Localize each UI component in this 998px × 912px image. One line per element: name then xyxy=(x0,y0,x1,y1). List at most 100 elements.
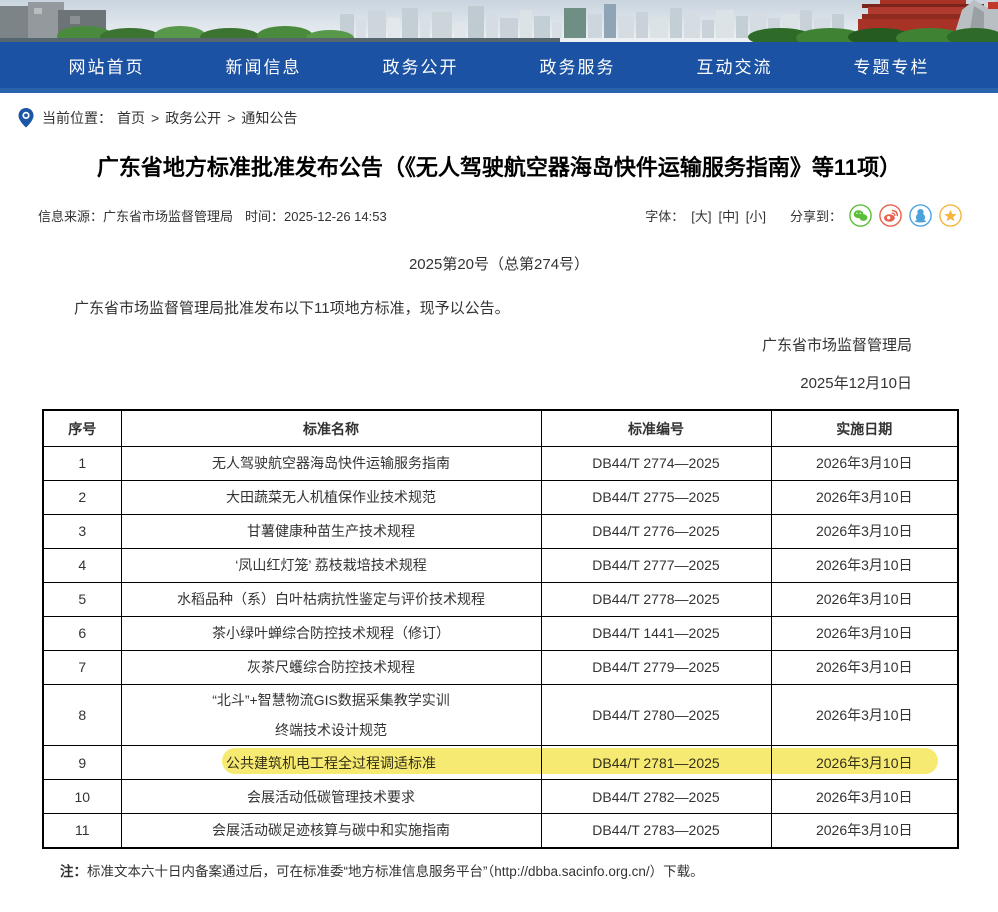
cell-date: 2026年3月10日 xyxy=(771,514,958,548)
table-row: 11会展活动碳足迹核算与碳中和实施指南DB44/T 2783—20252026年… xyxy=(43,814,958,848)
time-value: 2025-12-26 14:53 xyxy=(284,209,387,224)
share-weibo-icon[interactable] xyxy=(879,204,902,227)
nav-item-special-topics[interactable]: 专题专栏 xyxy=(813,42,970,88)
breadcrumb-home[interactable]: 首页 xyxy=(117,108,145,128)
cell-date: 2026年3月10日 xyxy=(771,480,958,514)
cell-name: 甘薯健康种苗生产技术规程 xyxy=(121,514,541,548)
cell-code: DB44/T 2782—2025 xyxy=(541,780,771,814)
cell-code: DB44/T 2775—2025 xyxy=(541,480,771,514)
banner-image xyxy=(0,0,998,42)
cityscape-graphic xyxy=(0,0,998,42)
cell-name: ‘凤山红灯笼’ 荔枝栽培技术规程 xyxy=(121,548,541,582)
cell-date: 2026年3月10日 xyxy=(771,582,958,616)
cell-date: 2026年3月10日 xyxy=(771,548,958,582)
table-row: 3甘薯健康种苗生产技术规程DB44/T 2776—20252026年3月10日 xyxy=(43,514,958,548)
cell-code: DB44/T 2781—2025 xyxy=(541,746,771,780)
footnote: 注：标准文本六十日内备案通过后，可在标准委“地方标准信息服务平台”（http:/… xyxy=(60,862,956,882)
cell-code: DB44/T 1441—2025 xyxy=(541,616,771,650)
sign-date: 2025年12月10日 xyxy=(0,372,912,393)
nav-item-news[interactable]: 新闻信息 xyxy=(185,42,342,88)
table-row: 9公共建筑机电工程全过程调适标准DB44/T 2781—20252026年3月1… xyxy=(43,746,958,780)
share-favorite-star-icon[interactable] xyxy=(939,204,962,227)
announcement-body: 广东省市场监督管理局批准发布以下11项地方标准，现予以公告。 xyxy=(44,298,954,321)
share-label: 分享到： xyxy=(790,206,842,225)
share-wechat-icon[interactable] xyxy=(849,204,872,227)
cell-date: 2026年3月10日 xyxy=(771,446,958,480)
header-date: 实施日期 xyxy=(771,410,958,446)
font-share-controls: 字体： [大] [中] [小] 分享到： xyxy=(645,204,962,227)
cell-seq: 3 xyxy=(43,514,121,548)
nav-item-gov-disclosure[interactable]: 政务公开 xyxy=(342,42,499,88)
page: 网站首页 新闻信息 政务公开 政务服务 互动交流 专题专栏 当前位置： 首页 >… xyxy=(0,0,998,882)
breadcrumb-gov-disclosure[interactable]: 政务公开 xyxy=(165,108,221,128)
cell-code: DB44/T 2774—2025 xyxy=(541,446,771,480)
nav-item-gov-services[interactable]: 政务服务 xyxy=(499,42,656,88)
cell-date: 2026年3月10日 xyxy=(771,780,958,814)
cell-name: 水稻品种（系）白叶枯病抗性鉴定与评价技术规程 xyxy=(121,582,541,616)
cell-seq: 8 xyxy=(43,684,121,745)
cell-code: DB44/T 2778—2025 xyxy=(541,582,771,616)
table-header-row: 序号 标准名称 标准编号 实施日期 xyxy=(43,410,958,446)
font-size-small-button[interactable]: [小] xyxy=(746,206,766,225)
cell-code: DB44/T 2779—2025 xyxy=(541,650,771,684)
article-meta: 信息来源：广东省市场监督管理局时间：2025-12-26 14:53 字体： [… xyxy=(38,204,962,227)
cell-name: 茶小绿叶蝉综合防控技术规程（修订） xyxy=(121,616,541,650)
cell-code: DB44/T 2777—2025 xyxy=(541,548,771,582)
cell-code: DB44/T 2783—2025 xyxy=(541,814,771,848)
font-label: 字体： xyxy=(645,206,684,225)
footnote-label: 注： xyxy=(60,864,87,879)
breadcrumb-label: 当前位置： xyxy=(42,108,112,128)
cell-seq: 2 xyxy=(43,480,121,514)
cell-date: 2026年3月10日 xyxy=(771,650,958,684)
table-row: 7灰茶尺蠖综合防控技术规程DB44/T 2779—20252026年3月10日 xyxy=(43,650,958,684)
cell-seq: 10 xyxy=(43,780,121,814)
header-seq: 序号 xyxy=(43,410,121,446)
font-size-large-button[interactable]: [大] xyxy=(691,206,711,225)
cell-name: 会展活动碳足迹核算与碳中和实施指南 xyxy=(121,814,541,848)
cell-name: “北斗”+智慧物流GIS数据采集教学实训 终端技术设计规范 xyxy=(121,684,541,745)
table-row: 5水稻品种（系）白叶枯病抗性鉴定与评价技术规程DB44/T 2778—20252… xyxy=(43,582,958,616)
cell-seq: 5 xyxy=(43,582,121,616)
cell-date: 2026年3月10日 xyxy=(771,814,958,848)
table-row: 6茶小绿叶蝉综合防控技术规程（修订）DB44/T 1441—20252026年3… xyxy=(43,616,958,650)
cell-date: 2026年3月10日 xyxy=(771,746,958,780)
table-row: 1无人驾驶航空器海岛快件运输服务指南DB44/T 2774—20252026年3… xyxy=(43,446,958,480)
header-code: 标准编号 xyxy=(541,410,771,446)
cell-name: 公共建筑机电工程全过程调适标准 xyxy=(121,746,541,780)
cell-seq: 6 xyxy=(43,616,121,650)
time-label: 时间： xyxy=(245,209,284,224)
cell-name: 灰茶尺蠖综合防控技术规程 xyxy=(121,650,541,684)
breadcrumb: 当前位置： 首页 > 政务公开 > 通知公告 xyxy=(0,93,998,136)
breadcrumb-separator: > xyxy=(150,110,160,126)
cell-seq: 11 xyxy=(43,814,121,848)
font-size-medium-button[interactable]: [中] xyxy=(719,206,739,225)
table-row: 2大田蔬菜无人机植保作业技术规范DB44/T 2775—20252026年3月1… xyxy=(43,480,958,514)
cell-code: DB44/T 2776—2025 xyxy=(541,514,771,548)
standards-table-wrap: 序号 标准名称 标准编号 实施日期 1无人驾驶航空器海岛快件运输服务指南DB44… xyxy=(42,409,957,848)
breadcrumb-separator: > xyxy=(226,110,236,126)
location-pin-icon xyxy=(18,108,34,128)
page-title: 广东省地方标准批准发布公告（《无人驾驶航空器海岛快件运输服务指南》等11项） xyxy=(40,152,958,184)
source-time: 信息来源：广东省市场监督管理局时间：2025-12-26 14:53 xyxy=(38,206,387,225)
cell-date: 2026年3月10日 xyxy=(771,616,958,650)
source-label: 信息来源： xyxy=(38,209,103,224)
doc-number: 2025第20号（总第274号） xyxy=(0,253,998,274)
cell-seq: 9 xyxy=(43,746,121,780)
table-row: 10会展活动低碳管理技术要求DB44/T 2782—20252026年3月10日 xyxy=(43,780,958,814)
table-row: 8“北斗”+智慧物流GIS数据采集教学实训 终端技术设计规范DB44/T 278… xyxy=(43,684,958,745)
table-row: 4‘凤山红灯笼’ 荔枝栽培技术规程DB44/T 2777—20252026年3月… xyxy=(43,548,958,582)
signer: 广东省市场监督管理局 xyxy=(0,334,912,355)
cell-name: 无人驾驶航空器海岛快件运输服务指南 xyxy=(121,446,541,480)
standards-table-body: 1无人驾驶航空器海岛快件运输服务指南DB44/T 2774—20252026年3… xyxy=(43,446,958,847)
cell-seq: 4 xyxy=(43,548,121,582)
source-value: 广东省市场监督管理局 xyxy=(103,209,233,224)
nav-item-home[interactable]: 网站首页 xyxy=(28,42,185,88)
cell-name: 会展活动低碳管理技术要求 xyxy=(121,780,541,814)
main-nav: 网站首页 新闻信息 政务公开 政务服务 互动交流 专题专栏 xyxy=(0,42,998,88)
header-name: 标准名称 xyxy=(121,410,541,446)
share-qq-icon[interactable] xyxy=(909,204,932,227)
nav-item-interaction[interactable]: 互动交流 xyxy=(656,42,813,88)
breadcrumb-notices[interactable]: 通知公告 xyxy=(241,108,297,128)
footnote-text: 标准文本六十日内备案通过后，可在标准委“地方标准信息服务平台”（http://d… xyxy=(87,864,704,879)
cell-name: 大田蔬菜无人机植保作业技术规范 xyxy=(121,480,541,514)
